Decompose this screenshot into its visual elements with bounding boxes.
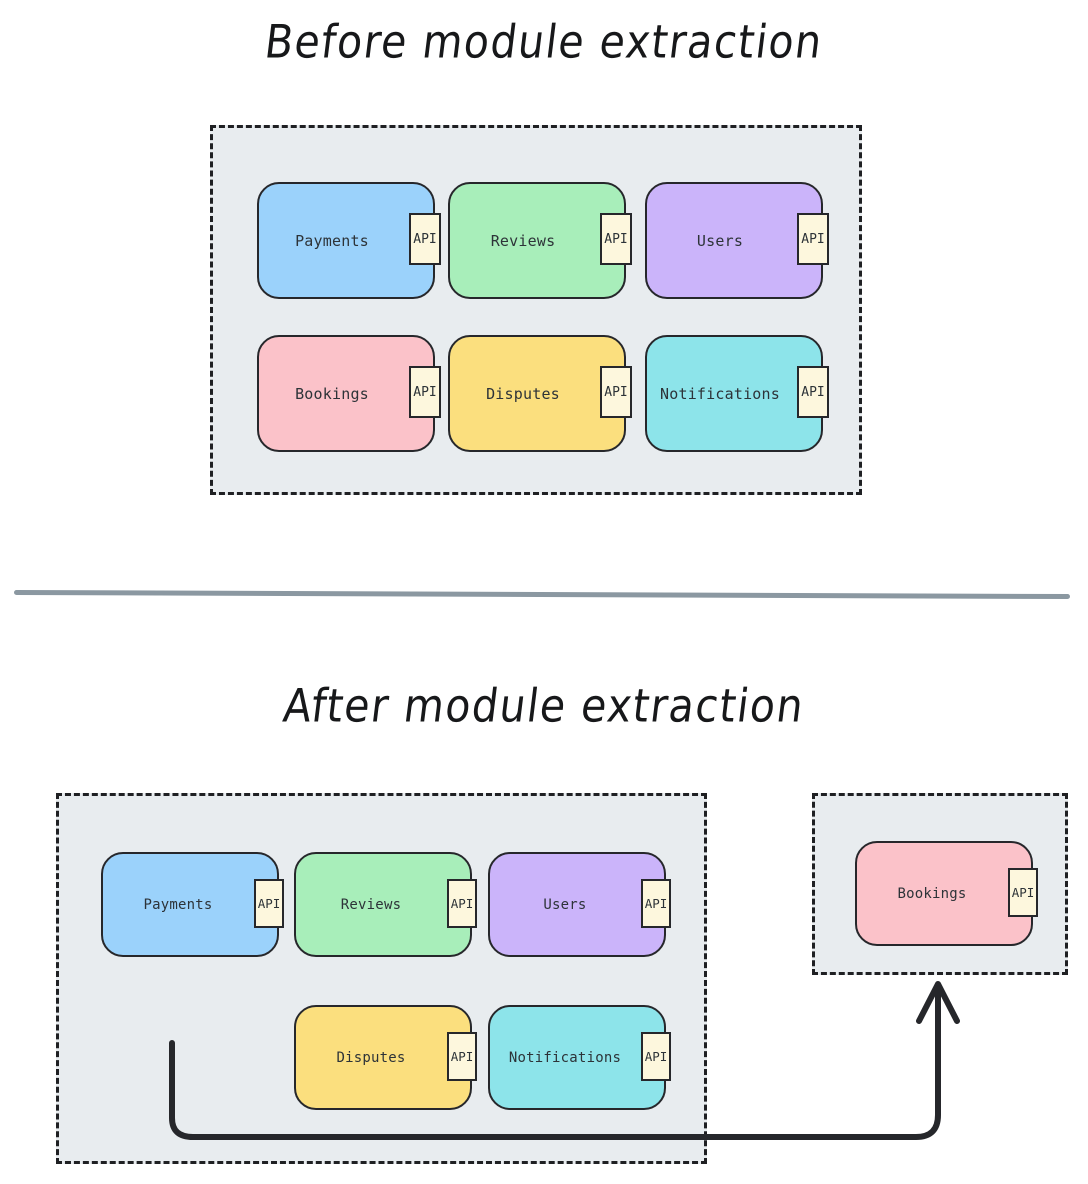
module-label: Disputes <box>336 1049 406 1066</box>
api-tab[interactable]: API <box>447 879 477 928</box>
module-label: Notifications <box>660 384 780 403</box>
api-tab[interactable]: API <box>254 879 284 928</box>
module-label: Reviews <box>490 231 556 250</box>
api-tab[interactable]: API <box>600 213 632 265</box>
module-bookings[interactable]: Bookings API <box>257 335 441 452</box>
module-label: Payments <box>143 896 213 913</box>
after-section-title: After module extraction <box>280 679 808 733</box>
api-tab[interactable]: API <box>447 1032 477 1081</box>
module-disputes[interactable]: Disputes API <box>294 1005 477 1110</box>
extracted-service-container: Bookings API <box>812 793 1068 975</box>
module-bookings[interactable]: Bookings API <box>855 841 1038 946</box>
module-payments[interactable]: Payments API <box>257 182 441 299</box>
api-tab[interactable]: API <box>600 366 632 418</box>
monolith-container: Payments API Reviews API Users API Booki… <box>210 125 862 495</box>
diagram-canvas: Before module extraction Payments API Re… <box>0 0 1088 1184</box>
module-users[interactable]: Users API <box>488 852 671 957</box>
module-label: Payments <box>295 231 369 250</box>
api-tab[interactable]: API <box>641 879 671 928</box>
module-disputes[interactable]: Disputes API <box>448 335 632 452</box>
remaining-monolith-container: Payments API Reviews API Users API Dispu… <box>56 793 707 1164</box>
api-tab[interactable]: API <box>409 213 441 265</box>
module-reviews[interactable]: Reviews API <box>448 182 632 299</box>
module-label: Bookings <box>897 885 967 902</box>
before-section-title: Before module extraction <box>261 15 827 69</box>
module-reviews[interactable]: Reviews API <box>294 852 477 957</box>
api-tab[interactable]: API <box>797 213 829 265</box>
api-tab[interactable]: API <box>409 366 441 418</box>
api-tab[interactable]: API <box>641 1032 671 1081</box>
module-label: Disputes <box>486 384 560 403</box>
section-divider <box>13 589 1071 600</box>
module-label: Bookings <box>295 384 369 403</box>
module-label: Reviews <box>340 896 402 913</box>
api-tab[interactable]: API <box>1008 868 1038 917</box>
api-tab[interactable]: API <box>797 366 829 418</box>
module-label: Users <box>696 231 744 250</box>
module-label: Notifications <box>508 1049 622 1066</box>
module-payments[interactable]: Payments API <box>101 852 284 957</box>
module-notifications[interactable]: Notifications API <box>488 1005 671 1110</box>
module-notifications[interactable]: Notifications API <box>645 335 829 452</box>
module-users[interactable]: Users API <box>645 182 829 299</box>
module-label: Users <box>543 896 587 913</box>
